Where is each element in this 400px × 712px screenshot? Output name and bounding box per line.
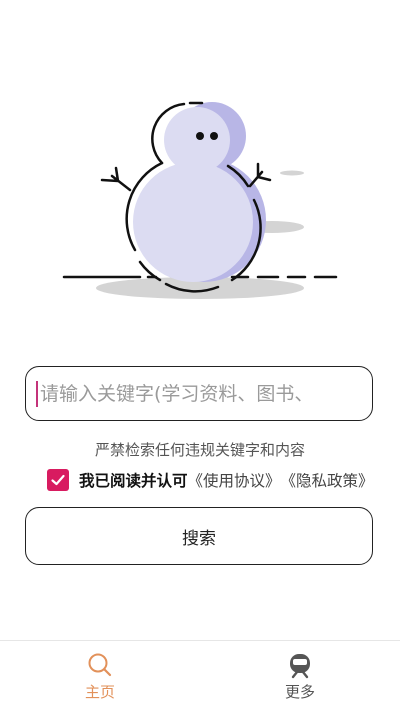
user-agreement-link[interactable]: 《使用协议》	[188, 469, 281, 491]
small-shadow	[280, 170, 304, 176]
agreement-checkbox[interactable]	[47, 469, 69, 491]
right-arm	[248, 162, 272, 188]
privacy-policy-link[interactable]: 《隐私政策》	[281, 469, 374, 491]
snowman-head	[164, 107, 230, 173]
tab-more[interactable]: 更多	[200, 641, 400, 712]
search-box[interactable]	[25, 366, 373, 421]
snowman-illustration	[62, 101, 338, 299]
text-caret	[36, 380, 38, 407]
search-input[interactable]	[40, 382, 370, 405]
agreement-text: 我已阅读并认可	[79, 472, 188, 490]
search-icon	[88, 653, 112, 677]
content-notice: 严禁检索任何违规关键字和内容	[94, 441, 305, 459]
snowman-body	[133, 162, 253, 282]
agreement-row: 我已阅读并认可 《使用协议》 《隐私政策》	[47, 468, 374, 492]
right-eye	[210, 132, 218, 140]
tab-home[interactable]: 主页	[0, 641, 200, 712]
checkmark-icon	[51, 474, 65, 486]
tab-more-label: 更多	[284, 683, 315, 701]
left-arm	[100, 166, 132, 192]
tab-home-label: 主页	[84, 683, 115, 701]
search-button[interactable]: 搜索	[25, 507, 373, 565]
train-icon	[290, 654, 310, 679]
bottom-tab-bar: 主页 更多	[0, 640, 400, 712]
left-eye	[196, 132, 204, 140]
